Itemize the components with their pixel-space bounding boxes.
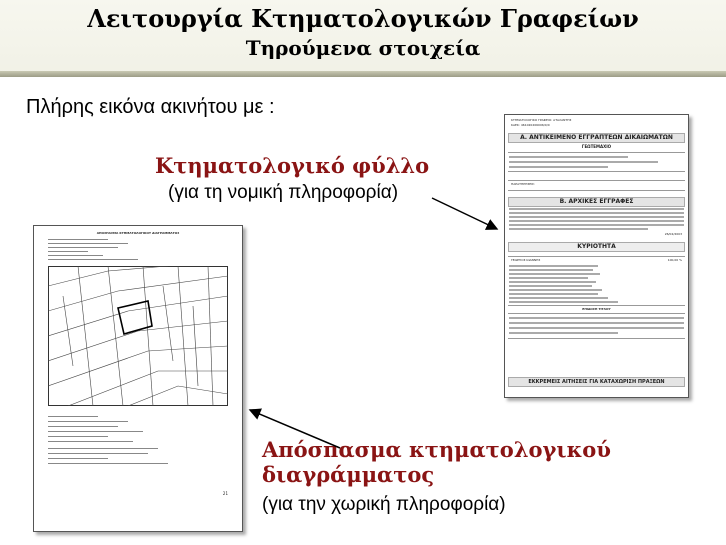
arrow-overlay (248, 197, 499, 449)
arrow-to-diagram (248, 408, 341, 449)
arrow-to-sheet (431, 197, 499, 230)
